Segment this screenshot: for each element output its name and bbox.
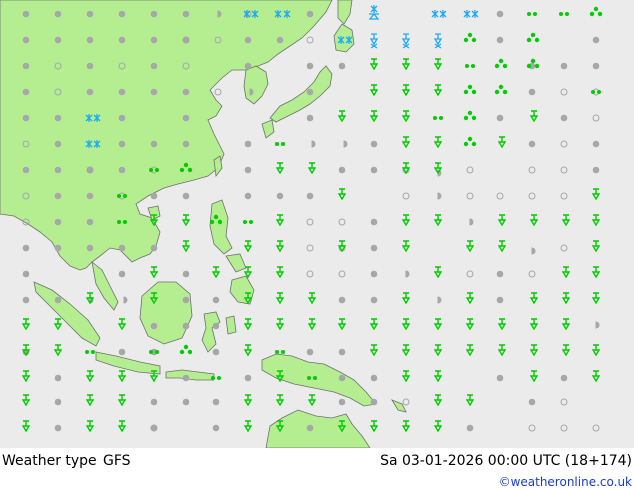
weather-map	[0, 0, 634, 448]
forecast-time: Sa 03-01-2026 00:00 UTC (18+174)	[380, 453, 632, 469]
footer-bar: Weather type GFS Sa 03-01-2026 00:00 UTC…	[0, 448, 634, 490]
map-title: Weather type	[2, 453, 97, 469]
land-maluku	[225, 315, 237, 335]
model-name: GFS	[103, 453, 131, 469]
credit-link[interactable]: ©weatheronline.co.uk	[499, 475, 632, 489]
